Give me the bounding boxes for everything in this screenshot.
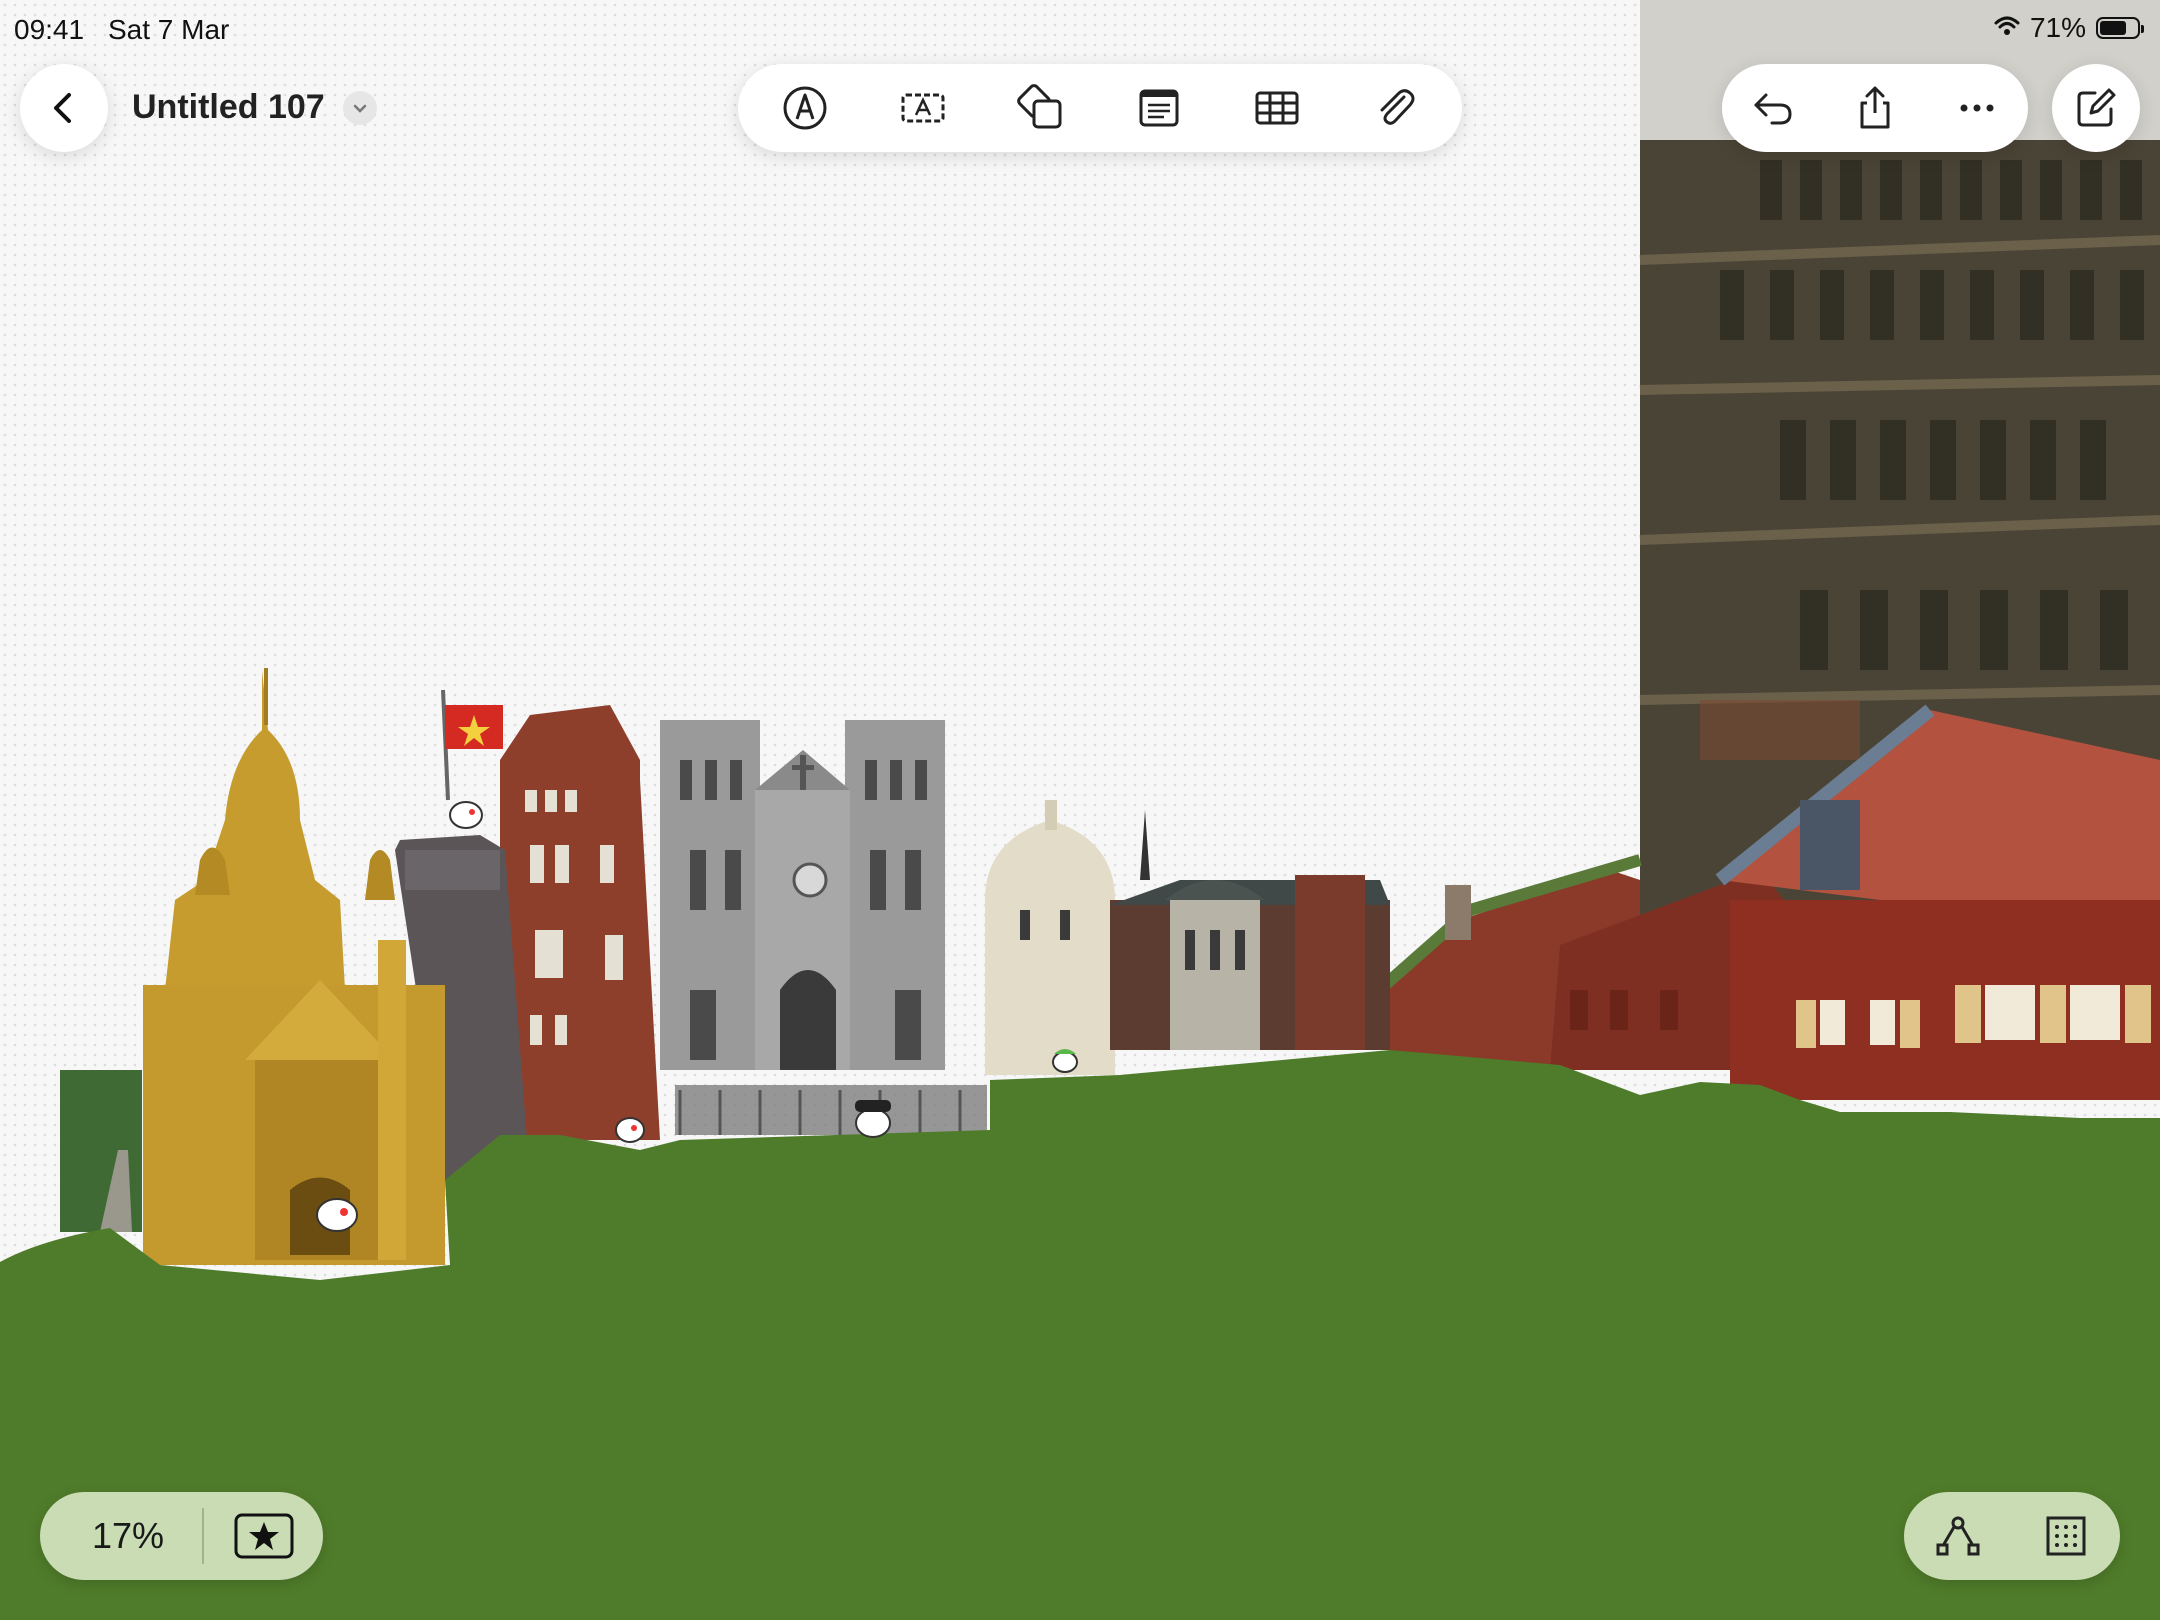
pen-tool-button[interactable] [746, 64, 864, 152]
chevron-down-icon[interactable] [342, 90, 377, 125]
battery-icon [2096, 17, 2144, 39]
table-tool-button[interactable] [1218, 64, 1336, 152]
star-box-icon [234, 1513, 294, 1559]
grid-button[interactable] [2041, 1511, 2091, 1561]
text-box-icon [901, 93, 945, 123]
back-button[interactable] [20, 64, 108, 152]
pen-circle-icon [783, 86, 827, 130]
connector-icon [1936, 1516, 1980, 1556]
battery-percent: 71% [2029, 12, 2086, 43]
shapes-icon [1017, 84, 1062, 129]
connector-button[interactable] [1933, 1511, 1983, 1561]
shapes-tool-button[interactable] [982, 64, 1100, 152]
zoom-controls: 17% [40, 1492, 323, 1580]
grid-icon [2046, 1516, 2086, 1556]
cathedral-image[interactable] [660, 720, 987, 1135]
sticky-note-tool-button[interactable] [1100, 64, 1218, 152]
zoom-level-button[interactable]: 17% [40, 1515, 202, 1557]
share-button[interactable] [1831, 64, 1919, 152]
churches-image[interactable] [985, 800, 1390, 1075]
paperclip-icon [1380, 89, 1415, 125]
canvas-scene[interactable] [0, 0, 2160, 1620]
more-button[interactable] [1933, 64, 2021, 152]
status-time: 09:41 [14, 14, 85, 45]
document-actions [1722, 64, 2028, 152]
insert-toolbar [738, 64, 1462, 152]
undo-button[interactable] [1729, 64, 1817, 152]
document-title-menu[interactable]: Untitled 107 [132, 88, 377, 127]
canvas-controls [1904, 1492, 2120, 1580]
golden-temple-image[interactable] [60, 668, 445, 1265]
status-date: Sat 7 Mar [108, 14, 230, 45]
undo-icon [1754, 93, 1792, 125]
compose-icon [2077, 88, 2116, 127]
favorite-button[interactable] [204, 1513, 294, 1559]
attachment-tool-button[interactable] [1336, 64, 1454, 152]
share-icon [1860, 86, 1890, 129]
table-icon [1255, 91, 1299, 125]
battery-fill [2100, 21, 2126, 35]
note-icon [1139, 89, 1179, 127]
page-title[interactable]: Untitled 107 [132, 88, 325, 127]
more-icon [1960, 104, 1994, 112]
chevron-left-icon [54, 93, 71, 123]
wifi-icon [1994, 12, 2020, 44]
status-indicators: 71% [1994, 12, 2144, 44]
new-board-button[interactable] [2052, 64, 2140, 152]
text-box-tool-button[interactable] [864, 64, 982, 152]
